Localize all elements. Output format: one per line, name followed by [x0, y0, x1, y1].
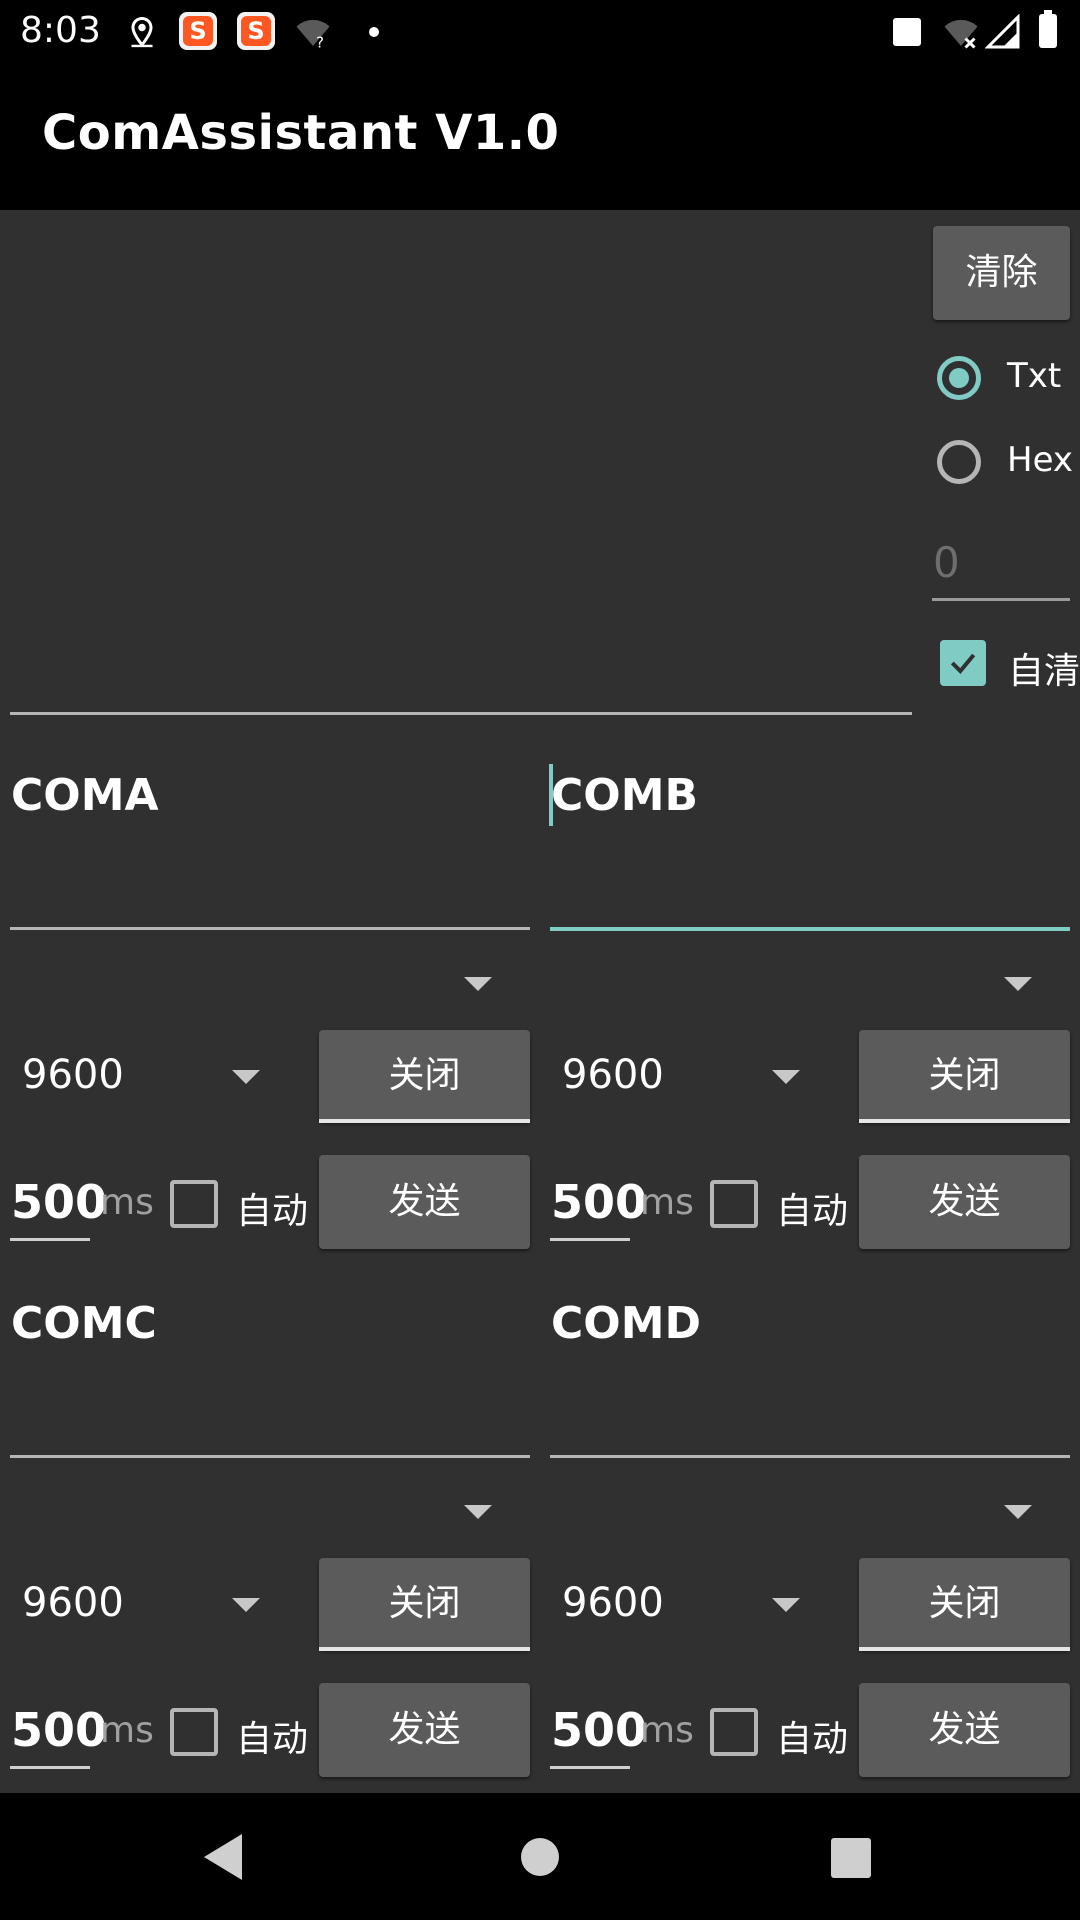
auto-send-label: 自动	[236, 1719, 309, 1760]
close-button-comb[interactable]: 关闭	[859, 1030, 1070, 1122]
receive-area-underline	[10, 712, 912, 715]
svg-text:?: ?	[316, 34, 324, 52]
radio-hex-label: Hex	[1007, 440, 1074, 480]
chevron-down-icon	[232, 1598, 260, 1612]
receive-text-area[interactable]	[10, 214, 910, 712]
close-button-comd[interactable]: 关闭	[859, 1558, 1070, 1650]
send-button-comc[interactable]: 发送	[319, 1683, 530, 1777]
auto-send-checkbox-comb[interactable]: 自动	[708, 1178, 858, 1232]
checkbox-unchecked-icon	[710, 1180, 758, 1228]
back-icon[interactable]	[200, 1832, 248, 1882]
baud-value: 9600	[22, 1052, 124, 1098]
chevron-down-icon	[1004, 1505, 1032, 1519]
port-name-comc: COMC	[11, 1298, 157, 1349]
recents-icon[interactable]	[831, 1838, 871, 1878]
interval-input-coma[interactable]: 500	[11, 1175, 107, 1229]
chevron-down-icon	[772, 1598, 800, 1612]
port-spinner-coma[interactable]	[10, 950, 530, 1015]
send-input-comb[interactable]	[550, 840, 1070, 930]
auto-send-checkbox-comd[interactable]: 自动	[708, 1706, 858, 1760]
interval-underline	[550, 1766, 630, 1769]
baud-spinner-comb[interactable]: 9600	[550, 1030, 850, 1120]
port-spinner-comc[interactable]	[10, 1478, 530, 1543]
baud-value: 9600	[22, 1580, 124, 1626]
send-input-underline-focused	[550, 927, 1070, 931]
radio-txt[interactable]: Txt	[937, 356, 1077, 404]
home-icon[interactable]	[521, 1838, 559, 1876]
auto-clear-checkbox[interactable]: 自清	[940, 640, 1080, 692]
interval-input-comd[interactable]: 500	[551, 1703, 647, 1757]
app-s-icon: S	[237, 12, 275, 50]
send-input-coma[interactable]	[10, 840, 530, 930]
interval-input-comc[interactable]: 500	[11, 1703, 107, 1757]
ms-label: ms	[640, 1710, 694, 1751]
send-button-comb[interactable]: 发送	[859, 1155, 1070, 1249]
auto-send-label: 自动	[776, 1719, 849, 1760]
interval-underline	[550, 1238, 630, 1241]
interval-underline	[10, 1766, 90, 1769]
battery-icon	[1039, 10, 1057, 48]
close-button-coma[interactable]: 关闭	[319, 1030, 530, 1122]
chevron-down-icon	[232, 1070, 260, 1084]
battery-saver-square-icon	[893, 18, 921, 46]
chevron-down-icon	[464, 977, 492, 991]
ms-label: ms	[640, 1182, 694, 1223]
send-input-comd[interactable]	[550, 1368, 1070, 1458]
auto-clear-label: 自清	[1008, 651, 1080, 692]
location-icon	[131, 17, 153, 48]
clear-button[interactable]: 清除	[933, 226, 1070, 320]
radio-hex[interactable]: Hex	[937, 440, 1077, 488]
close-button-indicator	[319, 1119, 530, 1123]
interval-underline	[10, 1238, 90, 1241]
status-time: 8:03	[20, 10, 101, 51]
port-name-coma: COMA	[11, 770, 159, 821]
auto-send-label: 自动	[776, 1191, 849, 1232]
auto-send-checkbox-coma[interactable]: 自动	[168, 1178, 318, 1232]
line-count-underline	[932, 598, 1070, 601]
baud-spinner-comd[interactable]: 9600	[550, 1558, 850, 1648]
baud-value: 9600	[562, 1052, 664, 1098]
send-input-comc[interactable]	[10, 1368, 530, 1458]
radio-checked-icon	[937, 356, 981, 400]
dot-icon	[369, 27, 379, 37]
radio-txt-label: Txt	[1007, 356, 1062, 396]
port-name-comb: COMB	[551, 770, 699, 821]
baud-value: 9600	[562, 1580, 664, 1626]
app-s-icon: S	[179, 12, 217, 50]
send-button-comd[interactable]: 发送	[859, 1683, 1070, 1777]
wifi-off-icon	[944, 19, 978, 49]
ms-label: ms	[100, 1182, 154, 1223]
auto-send-label: 自动	[236, 1191, 309, 1232]
app-title: ComAssistant V1.0	[42, 105, 560, 161]
checkbox-unchecked-icon	[170, 1180, 218, 1228]
checkbox-unchecked-icon	[170, 1708, 218, 1756]
wifi-unknown-icon: ?	[296, 19, 330, 52]
close-button-indicator	[319, 1647, 530, 1651]
line-count-placeholder: 0	[933, 538, 960, 587]
baud-spinner-comc[interactable]: 9600	[10, 1558, 310, 1648]
send-button-coma[interactable]: 发送	[319, 1155, 530, 1249]
chevron-down-icon	[772, 1070, 800, 1084]
send-input-underline	[10, 927, 530, 930]
checkbox-checked-icon	[940, 640, 986, 686]
signal-icon	[985, 14, 1020, 49]
baud-spinner-coma[interactable]: 9600	[10, 1030, 310, 1120]
ms-label: ms	[100, 1710, 154, 1751]
port-spinner-comb[interactable]	[550, 950, 1070, 1015]
port-name-comd: COMD	[551, 1298, 702, 1349]
checkbox-unchecked-icon	[710, 1708, 758, 1756]
close-button-comc[interactable]: 关闭	[319, 1558, 530, 1650]
auto-send-checkbox-comc[interactable]: 自动	[168, 1706, 318, 1760]
chevron-down-icon	[464, 1505, 492, 1519]
interval-input-comb[interactable]: 500	[551, 1175, 647, 1229]
send-input-underline	[10, 1455, 530, 1458]
radio-unchecked-icon	[937, 440, 981, 484]
chevron-down-icon	[1004, 977, 1032, 991]
close-button-indicator	[859, 1647, 1070, 1651]
close-button-indicator	[859, 1119, 1070, 1123]
send-input-underline	[550, 1455, 1070, 1458]
port-spinner-comd[interactable]	[550, 1478, 1070, 1543]
